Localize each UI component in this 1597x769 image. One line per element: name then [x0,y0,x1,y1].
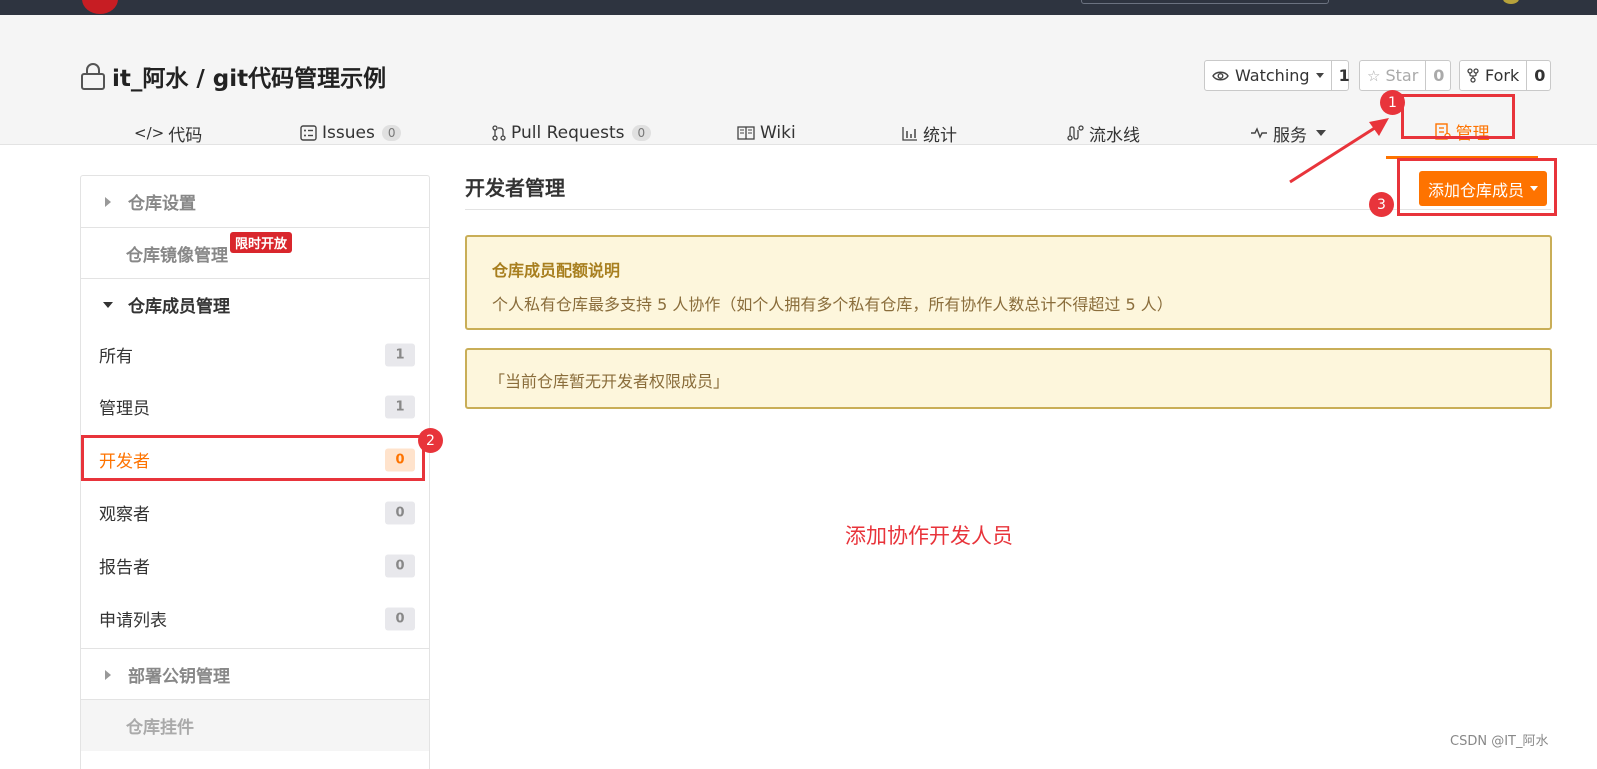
sidebar-item-reporters[interactable]: 报告者 0 [81,539,429,592]
gitee-logo[interactable] [82,0,118,14]
notice-text: 「当前仓库暂无开发者权限成员」 [489,372,730,391]
watch-button[interactable]: Watching 1 [1204,60,1350,91]
issues-icon [300,125,317,141]
sidebar-item-label: 观察者 [99,505,150,525]
fork-count[interactable]: 0 [1526,61,1552,90]
quota-notice: 仓库成员配额说明 个人私有仓库最多支持 5 人协作（如个人拥有多个私有仓库，所有… [465,235,1552,330]
watermark: CSDN @IT_阿水 [1450,734,1549,749]
watch-count[interactable]: 1 [1330,61,1357,90]
chevron-down-icon [1315,73,1324,78]
tab-pull-requests[interactable]: Pull Requests 0 [492,107,652,159]
tab-label: 代码 [168,125,203,146]
eye-icon [1212,71,1229,80]
count-badge: 0 [385,501,415,524]
tab-label: 统计 [923,125,957,146]
tab-issues[interactable]: Issues 0 [300,107,402,159]
pulse-icon [1251,127,1267,139]
sidebar-section-label: 部署公钥管理 [128,667,230,687]
sidebar-item-admins[interactable]: 管理员 1 [81,380,429,433]
sidebar-item-hooks[interactable]: 仓库挂件 [81,700,429,751]
count-badge: 1 [385,343,415,366]
sidebar-section-member-manage[interactable]: 仓库成员管理 [81,279,429,330]
tab-label: Pull Requests [511,123,625,143]
tab-label: Issues [322,123,375,143]
annotation-number-2: 2 [418,428,443,453]
pull-request-icon [492,125,506,141]
code-icon: </> [134,124,165,142]
caret-right-icon [105,196,111,207]
tab-pipeline[interactable]: 流水线 [1067,107,1140,159]
sidebar-item-label: 申请列表 [99,611,167,631]
caret-down-icon [103,301,113,308]
fork-button[interactable]: Fork 0 [1459,60,1551,91]
sidebar-item-label: 所有 [99,347,133,367]
star-button[interactable]: ☆ Star 0 [1359,60,1451,91]
sidebar-item-label: 仓库挂件 [126,718,194,738]
issues-count-badge: 0 [381,125,402,141]
page-title[interactable]: it_阿水 / git代码管理示例 [112,59,386,93]
star-count[interactable]: 0 [1425,61,1451,90]
star-icon: ☆ [1367,66,1381,85]
avatar[interactable] [1503,0,1519,4]
annotation-caption: 添加协作开发人员 [845,524,1013,548]
sidebar-section-repo-settings[interactable]: 仓库设置 [81,176,429,227]
sidebar-item-label: 仓库镜像管理 [126,246,228,266]
sidebar-section-label: 仓库设置 [128,194,196,214]
tab-label: Wiki [760,123,796,143]
tab-wiki[interactable]: Wiki [737,107,796,159]
empty-members-notice: 「当前仓库暂无开发者权限成员」 [465,348,1552,409]
star-label: Star [1385,66,1419,85]
count-badge: 0 [385,554,415,577]
sidebar-item-observers[interactable]: 观察者 0 [81,486,429,539]
annotation-arrow [1289,118,1389,184]
tab-label: 流水线 [1089,125,1140,146]
watch-label: Watching [1235,66,1310,85]
annotation-box-manage [1401,94,1515,139]
limited-time-badge: 限时开放 [230,232,293,253]
sidebar-item-label: 报告者 [99,558,150,578]
annotation-box-developer [81,435,425,481]
sidebar-item-all[interactable]: 所有 1 [81,328,429,381]
top-navbar [0,0,1597,15]
notice-title: 仓库成员配额说明 [492,261,621,280]
section-title: 开发者管理 [465,176,565,200]
tab-code[interactable]: </> 代码 [134,107,202,159]
annotation-number-3: 3 [1369,192,1394,217]
count-badge: 0 [385,607,415,630]
pull-requests-count-badge: 0 [631,125,652,141]
bar-chart-icon [902,126,917,141]
annotation-number-1: 1 [1380,90,1405,115]
caret-right-icon [105,669,111,680]
sidebar-section-label: 仓库成员管理 [128,297,230,317]
fork-icon [1467,68,1479,83]
sidebar-item-applications[interactable]: 申请列表 0 [81,592,429,645]
notice-text: 个人私有仓库最多支持 5 人协作（如个人拥有多个私有仓库，所有协作人数总计不得超… [492,295,1173,314]
book-icon [737,126,755,140]
tab-stats[interactable]: 统计 [902,107,957,159]
lock-icon [81,63,105,90]
search-input[interactable] [1081,0,1329,4]
fork-label: Fork [1485,66,1520,85]
count-badge: 1 [385,395,415,418]
sidebar-item-label: 管理员 [99,399,150,419]
pipeline-icon [1067,125,1084,141]
sidebar-section-deploy-keys[interactable]: 部署公钥管理 [81,649,429,700]
annotation-box-add-member [1397,158,1557,216]
